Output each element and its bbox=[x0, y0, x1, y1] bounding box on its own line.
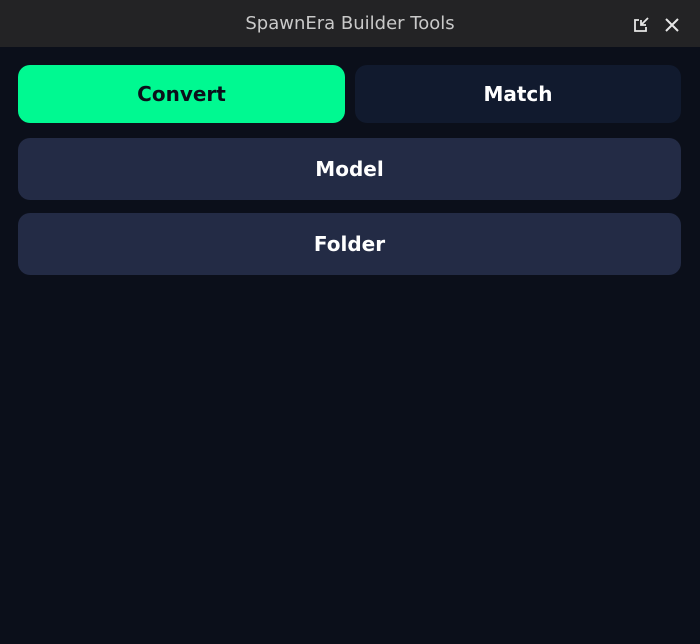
window-title: SpawnEra Builder Tools bbox=[245, 13, 455, 34]
close-icon bbox=[665, 18, 679, 32]
dock-toggle-icon bbox=[634, 17, 649, 32]
folder-button[interactable]: Folder bbox=[18, 213, 681, 275]
tab-convert[interactable]: Convert bbox=[18, 65, 345, 123]
title-bar[interactable]: SpawnEra Builder Tools bbox=[0, 0, 700, 47]
close-button[interactable] bbox=[661, 14, 683, 36]
plugin-window: SpawnEra Builder Tools Convert Match Mod… bbox=[0, 0, 700, 644]
dock-toggle-button[interactable] bbox=[630, 14, 652, 36]
model-button[interactable]: Model bbox=[18, 138, 681, 200]
tab-match[interactable]: Match bbox=[355, 65, 681, 123]
